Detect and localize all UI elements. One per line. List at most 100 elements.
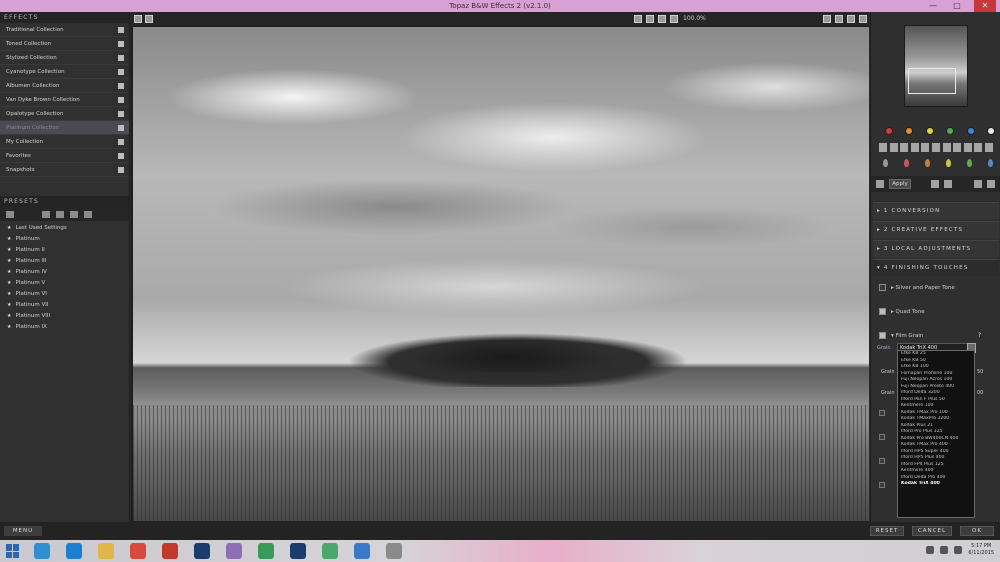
expand-icon[interactable]	[118, 111, 124, 117]
expand-icon[interactable]	[118, 167, 124, 173]
zoom-in-icon[interactable]	[658, 15, 666, 23]
collection-item[interactable]: Favorites	[0, 149, 129, 163]
image-icon[interactable]	[835, 15, 843, 23]
collection-item[interactable]: Albumen Collection	[0, 79, 129, 93]
folder-taskbar-icon[interactable]	[98, 543, 114, 559]
target-taskbar-icon[interactable]	[386, 543, 402, 559]
color-swatch[interactable]	[885, 127, 893, 135]
expand-icon[interactable]	[118, 69, 124, 75]
star-icon[interactable]: ★	[7, 291, 11, 297]
expand-icon[interactable]	[118, 27, 124, 33]
collection-item[interactable]: Stylized Collection	[0, 51, 129, 65]
paint-taskbar-icon[interactable]	[226, 543, 242, 559]
section-creative-effects[interactable]: ▸ 2 CREATIVE EFFECTS	[873, 221, 999, 238]
paint-brush-icon[interactable]	[984, 143, 993, 152]
section-finishing-touches[interactable]: ▾ 4 FINISHING TOUCHES	[873, 259, 999, 276]
preset-item[interactable]: ★ Platinum IX	[0, 322, 129, 333]
import-preset-icon[interactable]	[70, 210, 78, 218]
zoom-out-icon[interactable]	[670, 15, 678, 23]
star-icon[interactable]: ★	[7, 258, 11, 264]
fit-screen-icon[interactable]	[646, 15, 654, 23]
split-view-icon[interactable]	[145, 15, 153, 23]
add-layer-icon[interactable]	[987, 180, 995, 188]
brush-tool-icon[interactable]	[942, 143, 951, 152]
droplet-icon[interactable]	[946, 159, 951, 167]
paint-brush-icon[interactable]	[974, 143, 983, 152]
plus-icon[interactable]	[847, 15, 855, 23]
collection-item[interactable]: Van Dyke Brown Collection	[0, 93, 129, 107]
explorer-taskbar-icon[interactable]	[34, 543, 50, 559]
star-icon[interactable]: ★	[7, 236, 11, 242]
ok-button[interactable]: OK	[960, 526, 994, 536]
collection-item[interactable]: My Collection	[0, 135, 129, 149]
droplet-icon[interactable]	[967, 159, 972, 167]
preset-item[interactable]: ★ Platinum V	[0, 278, 129, 289]
color-swatch[interactable]	[966, 127, 975, 135]
hand-tool-icon[interactable]	[634, 15, 642, 23]
add-preset-icon[interactable]	[42, 210, 50, 218]
silver-paper-tone-row[interactable]: ▸ Silver and Paper Tone	[871, 280, 1000, 296]
redo-icon[interactable]	[944, 180, 952, 188]
droplet-icon[interactable]	[904, 159, 909, 167]
expand-icon[interactable]	[118, 41, 124, 47]
option-checkbox[interactable]	[879, 434, 885, 440]
image-canvas[interactable]	[131, 26, 869, 522]
menu-button[interactable]: MENU	[4, 526, 42, 536]
reset-button[interactable]: RESET	[870, 526, 904, 536]
collection-item[interactable]: Opalotype Collection	[0, 107, 129, 121]
droplet-icon[interactable]	[925, 159, 930, 167]
brush-tool-icon[interactable]	[931, 143, 940, 152]
photoshop2-taskbar-icon[interactable]	[290, 543, 306, 559]
option-checkbox[interactable]	[879, 458, 885, 464]
chrome-taskbar-icon[interactable]	[130, 543, 146, 559]
option-checkbox[interactable]	[879, 410, 885, 416]
close-button[interactable]: ✕	[974, 0, 996, 12]
section-conversion[interactable]: ▸ 1 CONVERSION	[873, 202, 999, 219]
color-swatch[interactable]	[905, 127, 914, 135]
maximize-button[interactable]: □	[950, 0, 964, 12]
expand-icon[interactable]	[118, 139, 124, 145]
star-icon[interactable]: ★	[7, 324, 11, 330]
preset-item[interactable]: ★ Platinum III	[0, 256, 129, 267]
film-grain-checkbox[interactable]	[879, 332, 886, 339]
collection-item[interactable]: Toned Collection	[0, 37, 129, 51]
expand-icon[interactable]	[118, 125, 124, 131]
star-icon[interactable]: ★	[7, 247, 11, 253]
app-taskbar-icon[interactable]	[322, 543, 338, 559]
collection-item[interactable]: Cyanotype Collection	[0, 65, 129, 79]
preset-item[interactable]: ★ Platinum II	[0, 245, 129, 256]
single-view-icon[interactable]	[134, 15, 142, 23]
color-swatch[interactable]	[925, 127, 934, 135]
star-icon[interactable]: ★	[7, 225, 11, 231]
navigator-thumbnail[interactable]	[904, 25, 968, 107]
grid-view-icon[interactable]	[6, 210, 14, 218]
preset-item[interactable]: ★ Platinum IV	[0, 267, 129, 278]
color-swatch[interactable]	[946, 127, 955, 135]
snowflake-taskbar-icon[interactable]	[354, 543, 370, 559]
option-checkbox[interactable]	[879, 482, 885, 488]
windows-start-icon[interactable]	[6, 544, 20, 558]
brush-tool-icon[interactable]	[900, 143, 909, 152]
network-icon[interactable]	[940, 546, 949, 554]
brush-tool-icon[interactable]	[910, 143, 919, 152]
section-local-adjustments[interactable]: ▸ 3 LOCAL ADJUSTMENTS	[873, 240, 999, 257]
preset-item[interactable]: ★ Platinum VIII	[0, 311, 129, 322]
collection-item[interactable]: Snapshots	[0, 163, 129, 177]
home-icon[interactable]	[876, 180, 884, 188]
photoshop-taskbar-icon[interactable]	[194, 543, 210, 559]
media-taskbar-icon[interactable]	[162, 543, 178, 559]
film-type-dropdown[interactable]: Efke KB 25 Efke KB 50 Efke KB 100 Fomapan P…	[897, 350, 975, 518]
expand-icon[interactable]	[118, 97, 124, 103]
help-icon[interactable]: ?	[978, 328, 981, 344]
preset-item[interactable]: ★ Platinum VI	[0, 289, 129, 300]
brush-tool-icon[interactable]	[889, 143, 898, 152]
film-option[interactable]: Kodak TriX 400	[898, 481, 974, 488]
brush-tool-icon[interactable]	[879, 143, 887, 152]
save-preset-icon[interactable]	[56, 210, 64, 218]
brush-tool-icon[interactable]	[963, 143, 972, 152]
droplet-icon[interactable]	[988, 159, 993, 167]
star-icon[interactable]: ★	[7, 280, 11, 286]
undo-icon[interactable]	[931, 180, 939, 188]
apply-button[interactable]: Apply	[889, 179, 911, 189]
ie-taskbar-icon[interactable]	[66, 543, 82, 559]
